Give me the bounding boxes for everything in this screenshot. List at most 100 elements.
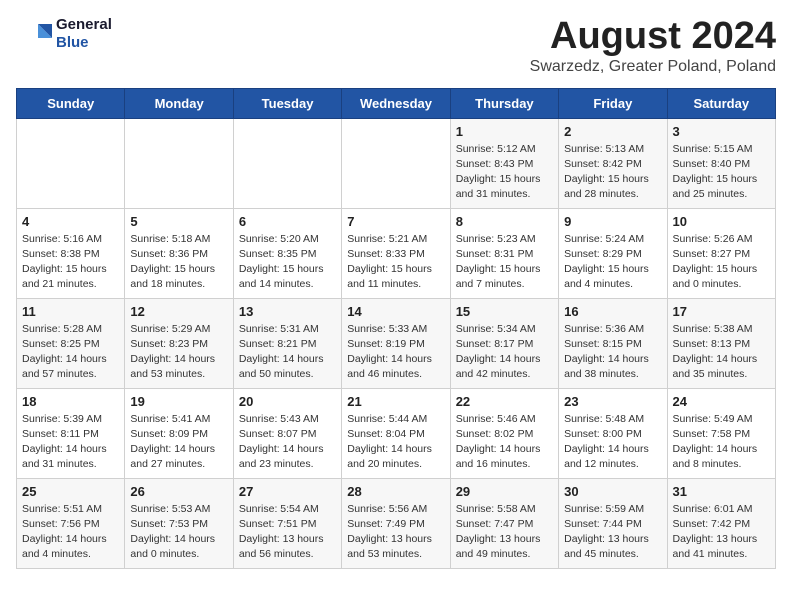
calendar-cell: 14 Sunrise: 5:33 AM Sunset: 8:19 PM Dayli…: [342, 298, 450, 388]
day-info: Sunrise: 5:43 AM Sunset: 8:07 PM Dayligh…: [239, 412, 336, 473]
day-number: 7: [347, 214, 444, 229]
subtitle: Swarzedz, Greater Poland, Poland: [530, 58, 776, 76]
day-number: 11: [22, 304, 119, 319]
day-info: Sunrise: 5:26 AM Sunset: 8:27 PM Dayligh…: [673, 232, 770, 293]
day-number: 24: [673, 394, 770, 409]
day-info: Sunrise: 5:24 AM Sunset: 8:29 PM Dayligh…: [564, 232, 661, 293]
day-number: 25: [22, 484, 119, 499]
day-info: Sunrise: 5:39 AM Sunset: 8:11 PM Dayligh…: [22, 412, 119, 473]
calendar-cell: 18 Sunrise: 5:39 AM Sunset: 8:11 PM Dayli…: [17, 388, 125, 478]
logo: General Blue: [16, 16, 112, 52]
day-number: 15: [456, 304, 553, 319]
calendar-cell: 22 Sunrise: 5:46 AM Sunset: 8:02 PM Dayli…: [450, 388, 558, 478]
day-number: 9: [564, 214, 661, 229]
weekday-header-sunday: Sunday: [17, 88, 125, 118]
weekday-header-wednesday: Wednesday: [342, 88, 450, 118]
day-number: 18: [22, 394, 119, 409]
day-number: 28: [347, 484, 444, 499]
day-info: Sunrise: 5:54 AM Sunset: 7:51 PM Dayligh…: [239, 502, 336, 563]
calendar-cell: 5 Sunrise: 5:18 AM Sunset: 8:36 PM Daylig…: [125, 208, 233, 298]
day-info: Sunrise: 5:58 AM Sunset: 7:47 PM Dayligh…: [456, 502, 553, 563]
day-number: 12: [130, 304, 227, 319]
main-title: August 2024: [530, 16, 776, 58]
calendar-cell: 6 Sunrise: 5:20 AM Sunset: 8:35 PM Daylig…: [233, 208, 341, 298]
day-number: 10: [673, 214, 770, 229]
day-number: 21: [347, 394, 444, 409]
calendar-cell: 3 Sunrise: 5:15 AM Sunset: 8:40 PM Daylig…: [667, 118, 775, 208]
calendar-cell: 29 Sunrise: 5:58 AM Sunset: 7:47 PM Dayli…: [450, 478, 558, 568]
title-section: August 2024 Swarzedz, Greater Poland, Po…: [530, 16, 776, 76]
day-info: Sunrise: 5:51 AM Sunset: 7:56 PM Dayligh…: [22, 502, 119, 563]
day-info: Sunrise: 5:53 AM Sunset: 7:53 PM Dayligh…: [130, 502, 227, 563]
day-info: Sunrise: 5:31 AM Sunset: 8:21 PM Dayligh…: [239, 322, 336, 383]
day-number: 2: [564, 124, 661, 139]
calendar-cell: 12Sunrise: 5:29 AM Sunset: 8:23 PM Dayli…: [125, 298, 233, 388]
day-info: Sunrise: 5:46 AM Sunset: 8:02 PM Dayligh…: [456, 412, 553, 473]
weekday-header-thursday: Thursday: [450, 88, 558, 118]
day-info: Sunrise: 5:12 AM Sunset: 8:43 PM Dayligh…: [456, 142, 553, 203]
day-number: 23: [564, 394, 661, 409]
day-info: Sunrise: 5:28 AM Sunset: 8:25 PM Dayligh…: [22, 322, 119, 383]
calendar-table: SundayMondayTuesdayWednesdayThursdayFrid…: [16, 88, 776, 569]
calendar-cell: 11 Sunrise: 5:28 AM Sunset: 8:25 PM Dayli…: [17, 298, 125, 388]
day-info: Sunrise: 5:36 AM Sunset: 8:15 PM Dayligh…: [564, 322, 661, 383]
logo-text: General Blue: [56, 16, 112, 52]
calendar-cell: 13 Sunrise: 5:31 AM Sunset: 8:21 PM Dayli…: [233, 298, 341, 388]
day-number: 31: [673, 484, 770, 499]
day-info: Sunrise: 5:20 AM Sunset: 8:35 PM Dayligh…: [239, 232, 336, 293]
weekday-header-row: SundayMondayTuesdayWednesdayThursdayFrid…: [17, 88, 776, 118]
day-info: Sunrise: 6:01 AM Sunset: 7:42 PM Dayligh…: [673, 502, 770, 563]
calendar-cell: 10 Sunrise: 5:26 AM Sunset: 8:27 PM Dayli…: [667, 208, 775, 298]
day-number: 16: [564, 304, 661, 319]
day-info: Sunrise: 5:56 AM Sunset: 7:49 PM Dayligh…: [347, 502, 444, 563]
day-number: 27: [239, 484, 336, 499]
weekday-header-friday: Friday: [559, 88, 667, 118]
day-info: Sunrise: 5:59 AM Sunset: 7:44 PM Dayligh…: [564, 502, 661, 563]
day-number: 14: [347, 304, 444, 319]
week-row-3: 11 Sunrise: 5:28 AM Sunset: 8:25 PM Dayli…: [17, 298, 776, 388]
weekday-header-tuesday: Tuesday: [233, 88, 341, 118]
calendar-cell: [233, 118, 341, 208]
day-info: Sunrise: 5:15 AM Sunset: 8:40 PM Dayligh…: [673, 142, 770, 203]
calendar-cell: 17 Sunrise: 5:38 AM Sunset: 8:13 PM Dayli…: [667, 298, 775, 388]
day-info: Sunrise: 5:13 AM Sunset: 8:42 PM Dayligh…: [564, 142, 661, 203]
day-number: 5: [130, 214, 227, 229]
day-info: Sunrise: 5:44 AM Sunset: 8:04 PM Dayligh…: [347, 412, 444, 473]
day-number: 8: [456, 214, 553, 229]
day-info: Sunrise: 5:18 AM Sunset: 8:36 PM Dayligh…: [130, 232, 227, 293]
calendar-cell: 30 Sunrise: 5:59 AM Sunset: 7:44 PM Dayli…: [559, 478, 667, 568]
week-row-2: 4Sunrise: 5:16 AM Sunset: 8:38 PM Daylig…: [17, 208, 776, 298]
day-info: Sunrise: 5:33 AM Sunset: 8:19 PM Dayligh…: [347, 322, 444, 383]
calendar-cell: 9 Sunrise: 5:24 AM Sunset: 8:29 PM Daylig…: [559, 208, 667, 298]
day-info: Sunrise: 5:48 AM Sunset: 8:00 PM Dayligh…: [564, 412, 661, 473]
day-info: Sunrise: 5:49 AM Sunset: 7:58 PM Dayligh…: [673, 412, 770, 473]
day-info: Sunrise: 5:41 AM Sunset: 8:09 PM Dayligh…: [130, 412, 227, 473]
day-number: 3: [673, 124, 770, 139]
day-info: Sunrise: 5:21 AM Sunset: 8:33 PM Dayligh…: [347, 232, 444, 293]
calendar-cell: 15 Sunrise: 5:34 AM Sunset: 8:17 PM Dayli…: [450, 298, 558, 388]
day-info: Sunrise: 5:34 AM Sunset: 8:17 PM Dayligh…: [456, 322, 553, 383]
calendar-cell: [125, 118, 233, 208]
day-number: 22: [456, 394, 553, 409]
day-number: 6: [239, 214, 336, 229]
day-number: 17: [673, 304, 770, 319]
day-number: 13: [239, 304, 336, 319]
day-number: 4: [22, 214, 119, 229]
calendar-cell: 20 Sunrise: 5:43 AM Sunset: 8:07 PM Dayli…: [233, 388, 341, 478]
day-info: Sunrise: 5:38 AM Sunset: 8:13 PM Dayligh…: [673, 322, 770, 383]
day-number: 20: [239, 394, 336, 409]
day-number: 19: [130, 394, 227, 409]
calendar-cell: 21 Sunrise: 5:44 AM Sunset: 8:04 PM Dayli…: [342, 388, 450, 478]
week-row-4: 18 Sunrise: 5:39 AM Sunset: 8:11 PM Dayli…: [17, 388, 776, 478]
day-number: 1: [456, 124, 553, 139]
day-number: 30: [564, 484, 661, 499]
calendar-cell: 26Sunrise: 5:53 AM Sunset: 7:53 PM Dayli…: [125, 478, 233, 568]
calendar-cell: [17, 118, 125, 208]
calendar-cell: 4Sunrise: 5:16 AM Sunset: 8:38 PM Daylig…: [17, 208, 125, 298]
calendar-cell: 24 Sunrise: 5:49 AM Sunset: 7:58 PM Dayli…: [667, 388, 775, 478]
calendar-cell: 23 Sunrise: 5:48 AM Sunset: 8:00 PM Dayli…: [559, 388, 667, 478]
day-number: 29: [456, 484, 553, 499]
day-info: Sunrise: 5:23 AM Sunset: 8:31 PM Dayligh…: [456, 232, 553, 293]
week-row-1: 1 Sunrise: 5:12 AM Sunset: 8:43 PM Daylig…: [17, 118, 776, 208]
weekday-header-monday: Monday: [125, 88, 233, 118]
